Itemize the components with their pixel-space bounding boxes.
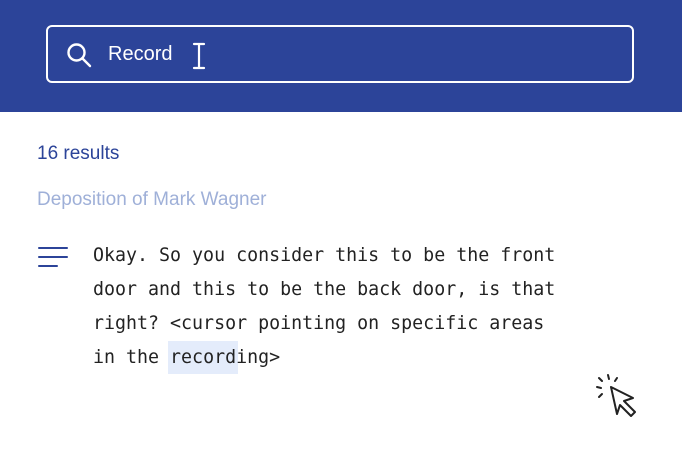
snippet-line: Okay. So you consider this to be the fro…: [93, 245, 556, 266]
snippet-line: ing>: [236, 347, 281, 368]
result-snippet[interactable]: Okay. So you consider this to be the fro…: [93, 239, 613, 375]
results-count: 16 results: [37, 143, 120, 164]
snippet-line: right? <cursor pointing on specific area…: [93, 313, 545, 334]
search-input[interactable]: Record: [108, 39, 588, 69]
lines-icon: [38, 247, 68, 267]
search-box[interactable]: Record: [46, 25, 634, 83]
snippet-line: door and this to be the back door, is th…: [93, 279, 556, 300]
text-cursor-icon: [192, 42, 206, 70]
click-cursor-icon: [596, 374, 636, 417]
snippet-line: in the: [93, 347, 171, 368]
result-title-link[interactable]: Deposition of Mark Wagner: [37, 189, 267, 211]
search-highlight: record: [168, 341, 239, 374]
search-icon: [67, 43, 92, 68]
search-header: Record: [0, 0, 682, 112]
